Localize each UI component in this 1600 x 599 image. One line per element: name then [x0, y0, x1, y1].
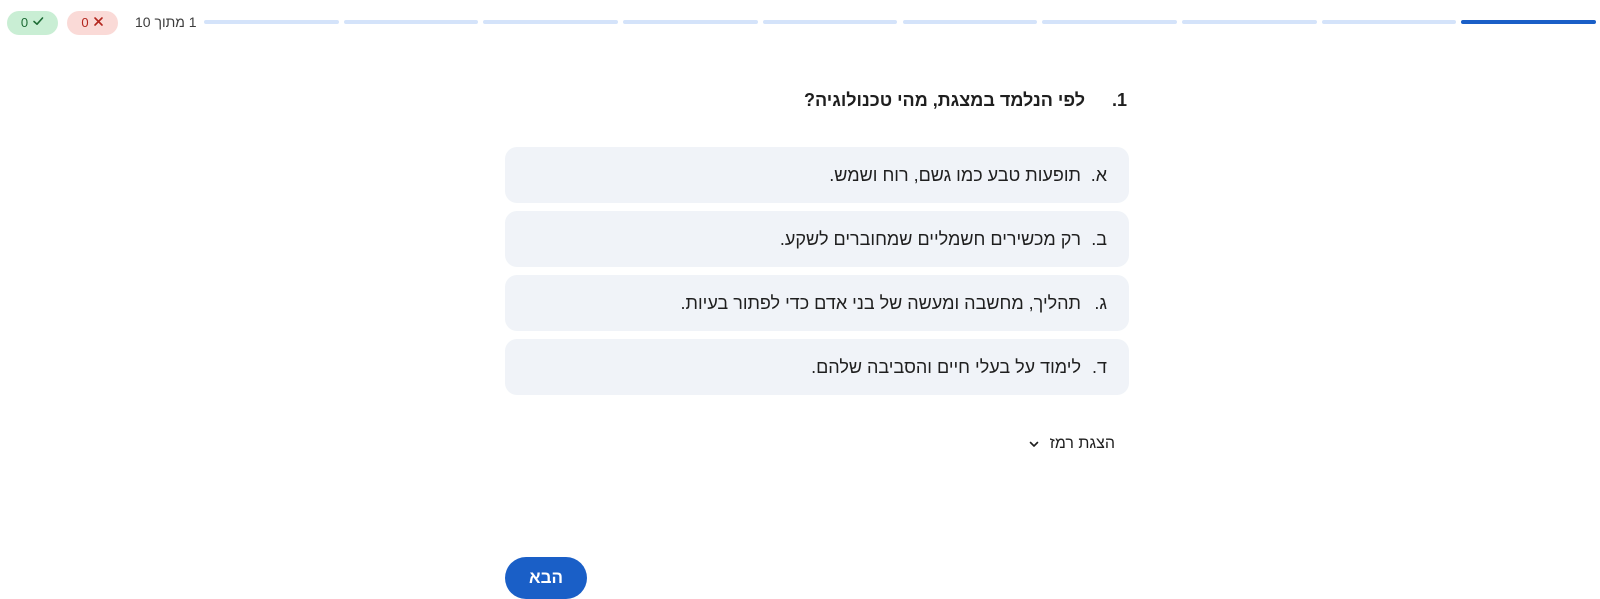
- quiz-header: 0 0 1 מתוך 10: [0, 0, 1600, 44]
- option-text: לימוד על בעלי חיים והסביבה שלהם.: [811, 356, 1081, 377]
- option-letter: ב.: [1091, 228, 1107, 249]
- answer-option-3[interactable]: ג. תהליך, מחשבה ומעשה של בני אדם כדי לפת…: [505, 275, 1129, 331]
- progress-segment: [1321, 20, 1457, 24]
- wrong-count: 0: [81, 15, 89, 30]
- option-text: תהליך, מחשבה ומעשה של בני אדם כדי לפתור …: [680, 292, 1081, 313]
- progress-segment: [1181, 20, 1317, 24]
- next-button[interactable]: הבא: [505, 557, 587, 599]
- progress-segment: [762, 20, 898, 24]
- question-text: לפי הנלמד במצגת, מהי טכנולוגיה?: [803, 90, 1085, 110]
- question-number: 1.: [1111, 90, 1127, 110]
- option-letter: א.: [1090, 164, 1107, 185]
- correct-count: 0: [20, 15, 29, 30]
- wrong-count-badge: 0: [67, 11, 118, 35]
- progress-segment: [1461, 20, 1596, 24]
- x-icon: [93, 11, 104, 35]
- option-text: תופעות טבע כמו גשם, רוח ושמש.: [829, 164, 1081, 185]
- progress-segment: [1042, 20, 1177, 24]
- correct-count-badge: 0: [7, 11, 58, 35]
- answer-option-2[interactable]: ב. רק מכשירים חשמליים שמחוברים לשקע.: [505, 211, 1129, 267]
- answer-option-1[interactable]: א. תופעות טבע כמו גשם, רוח ושמש.: [505, 147, 1129, 203]
- show-hint-toggle[interactable]: הצגת רמז: [1015, 432, 1115, 456]
- progress-segment: [483, 20, 619, 24]
- answer-option-4[interactable]: ד. לימוד על בעלי חיים והסביבה שלהם.: [505, 339, 1129, 395]
- question: 1. לפי הנלמד במצגת, מהי טכנולוגיה?: [505, 88, 1129, 112]
- progress-segment: [623, 20, 758, 24]
- progress-label: 1 מתוך 10: [135, 14, 197, 30]
- check-icon: [32, 11, 44, 35]
- progress-segment: [204, 20, 339, 24]
- progress-segment: [902, 20, 1038, 24]
- option-letter: ד.: [1092, 356, 1107, 377]
- progress-segment: [343, 20, 479, 24]
- option-letter: ג.: [1094, 292, 1107, 313]
- hint-label: הצגת רמז: [1049, 435, 1115, 452]
- chevron-down-icon: [1028, 438, 1040, 450]
- option-text: רק מכשירים חשמליים שמחוברים לשקע.: [779, 228, 1081, 249]
- answer-options: א. תופעות טבע כמו גשם, רוח ושמש. ב. רק מ…: [505, 147, 1129, 403]
